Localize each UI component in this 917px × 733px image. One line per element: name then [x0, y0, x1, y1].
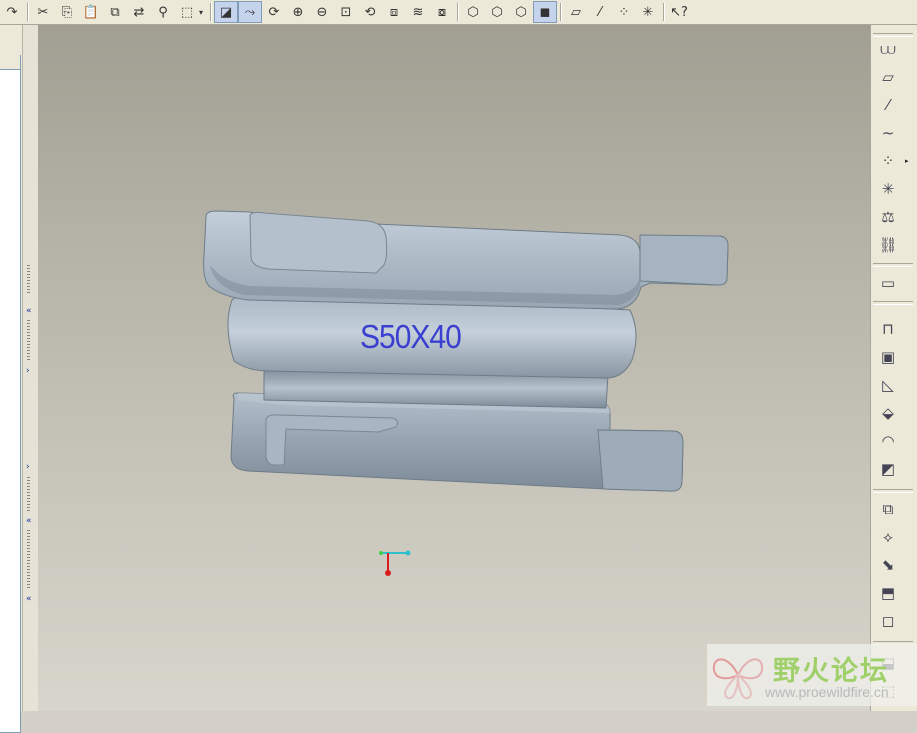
- view-manager-icon[interactable]: ⧇: [431, 2, 453, 22]
- extrude-icon[interactable]: ⊓: [875, 317, 901, 341]
- model-tree-header: [0, 55, 20, 70]
- cut-icon[interactable]: ✂: [32, 2, 54, 22]
- spin-center-icon[interactable]: ⤳: [238, 1, 262, 23]
- draft-icon[interactable]: ⬙: [875, 401, 901, 425]
- plane-display-icon[interactable]: ▱: [565, 2, 587, 22]
- toolbar-separator: [560, 3, 561, 21]
- wireframe-icon[interactable]: ⬡: [462, 2, 484, 22]
- navigator-splitter[interactable]: « › › « «: [22, 25, 39, 711]
- model-tree[interactable]: [0, 55, 21, 733]
- paste-icon[interactable]: 📋: [80, 2, 102, 22]
- splitter-grip: [27, 530, 30, 590]
- collapse-arrow-icon[interactable]: «: [26, 517, 32, 526]
- toolbar-separator: [873, 489, 913, 493]
- top-tab-left: [249, 211, 388, 274]
- toolbar-separator: [873, 263, 913, 267]
- chamfer-icon[interactable]: ◩: [875, 457, 901, 481]
- trim-icon[interactable]: ⬒: [875, 581, 901, 605]
- forum-watermark: 野火论坛 www.proewildfire.cn: [707, 644, 917, 706]
- point-display-icon[interactable]: ⁘: [613, 2, 635, 22]
- expand-arrow-icon[interactable]: ›: [26, 367, 30, 376]
- splitter-grip: [27, 320, 30, 360]
- bottom-lug: [597, 429, 684, 492]
- regenerate-icon[interactable]: ⇄: [128, 2, 150, 22]
- chain-icon[interactable]: ⛓: [875, 233, 901, 257]
- analysis-icon[interactable]: ⚖: [875, 205, 901, 229]
- csys-marker-icon: [379, 550, 411, 576]
- toolbar-separator: [27, 3, 28, 21]
- no-hidden-icon[interactable]: ⬡: [510, 2, 532, 22]
- context-help-icon[interactable]: ↖?: [668, 2, 690, 22]
- splitter-grip: [27, 477, 30, 512]
- splitter-grip: [27, 265, 30, 295]
- layers-icon[interactable]: ≋: [407, 2, 429, 22]
- saved-views-icon[interactable]: ⧈: [383, 2, 405, 22]
- top-lug: [639, 234, 729, 286]
- butterfly-logo-icon: [712, 658, 764, 700]
- sketch-tool-icon[interactable]: ⩊: [875, 37, 901, 61]
- reorient-icon[interactable]: ⟲: [359, 2, 381, 22]
- copy-feature-icon[interactable]: ⧉: [875, 497, 901, 521]
- model-engraved-text: S50X40: [360, 319, 462, 356]
- orient-icon[interactable]: ⟳: [263, 2, 285, 22]
- shell-icon[interactable]: ▣: [875, 345, 901, 369]
- graphics-window[interactable]: S50X40: [38, 25, 870, 711]
- select-dropdown-arrow-icon[interactable]: ▾: [199, 8, 207, 17]
- datum-curve-icon[interactable]: ∼: [875, 121, 901, 145]
- zoom-out-icon[interactable]: ⊖: [311, 2, 333, 22]
- model-tree-panel: « › › « «: [0, 25, 39, 733]
- part-model[interactable]: [38, 25, 870, 711]
- repaint-icon[interactable]: ◪: [214, 1, 238, 23]
- collapse-arrow-icon[interactable]: «: [26, 307, 32, 316]
- main-toolbar: ↷ ✂ ⎘ 📋 ⧉ ⇄ ⚲ ⬚ ▾ ◪ ⤳ ⟳ ⊕ ⊖ ⊡ ⟲ ⧈ ≋ ⧇ ⬡ …: [0, 0, 917, 25]
- copy-icon[interactable]: ⎘: [56, 2, 78, 22]
- toolbar-separator: [457, 3, 458, 21]
- shading-icon[interactable]: ◼: [533, 1, 557, 23]
- paste-special-icon[interactable]: ⧉: [104, 2, 126, 22]
- rib-icon[interactable]: ◺: [875, 373, 901, 397]
- watermark-title: 野火论坛: [773, 656, 889, 687]
- toolbar-separator: [210, 3, 211, 21]
- annotation-icon[interactable]: ▭: [875, 271, 901, 295]
- expand-arrow-icon[interactable]: ›: [26, 463, 30, 472]
- flyout-arrow-icon[interactable]: ▸: [905, 157, 909, 165]
- select-box-icon[interactable]: ⬚: [176, 2, 198, 22]
- collapse-arrow-icon[interactable]: «: [26, 595, 32, 604]
- watermark-url: www.proewildfire.cn: [765, 684, 889, 700]
- merge-icon[interactable]: ⬊: [875, 553, 901, 577]
- datum-axis-icon[interactable]: ⁄: [875, 93, 901, 117]
- axis-display-icon[interactable]: ⁄: [589, 2, 611, 22]
- redo-icon[interactable]: ↷: [1, 2, 23, 22]
- toolbar-separator: [873, 301, 913, 305]
- refit-icon[interactable]: ⊡: [335, 2, 357, 22]
- find-icon[interactable]: ⚲: [152, 2, 174, 22]
- feature-toolbar: ⩊ ▱ ⁄ ∼ ⁘ ▸ ✳ ⚖ ⛓ ▭ ⊓ ▣ ◺ ⬙ ◠ ◩ ⧉ ⟡ ⬊ ⬒ …: [870, 25, 917, 711]
- zoom-in-icon[interactable]: ⊕: [287, 2, 309, 22]
- datum-point-icon[interactable]: ⁘: [875, 149, 901, 173]
- round-icon[interactable]: ◠: [875, 429, 901, 453]
- toolbar-separator: [663, 3, 664, 21]
- offset-icon[interactable]: ◻: [875, 609, 901, 633]
- datum-plane-icon[interactable]: ▱: [875, 65, 901, 89]
- csys-display-icon[interactable]: ✳: [637, 2, 659, 22]
- mirror-icon[interactable]: ⟡: [875, 525, 901, 549]
- hidden-line-icon[interactable]: ⬡: [486, 2, 508, 22]
- datum-csys-icon[interactable]: ✳: [875, 177, 901, 201]
